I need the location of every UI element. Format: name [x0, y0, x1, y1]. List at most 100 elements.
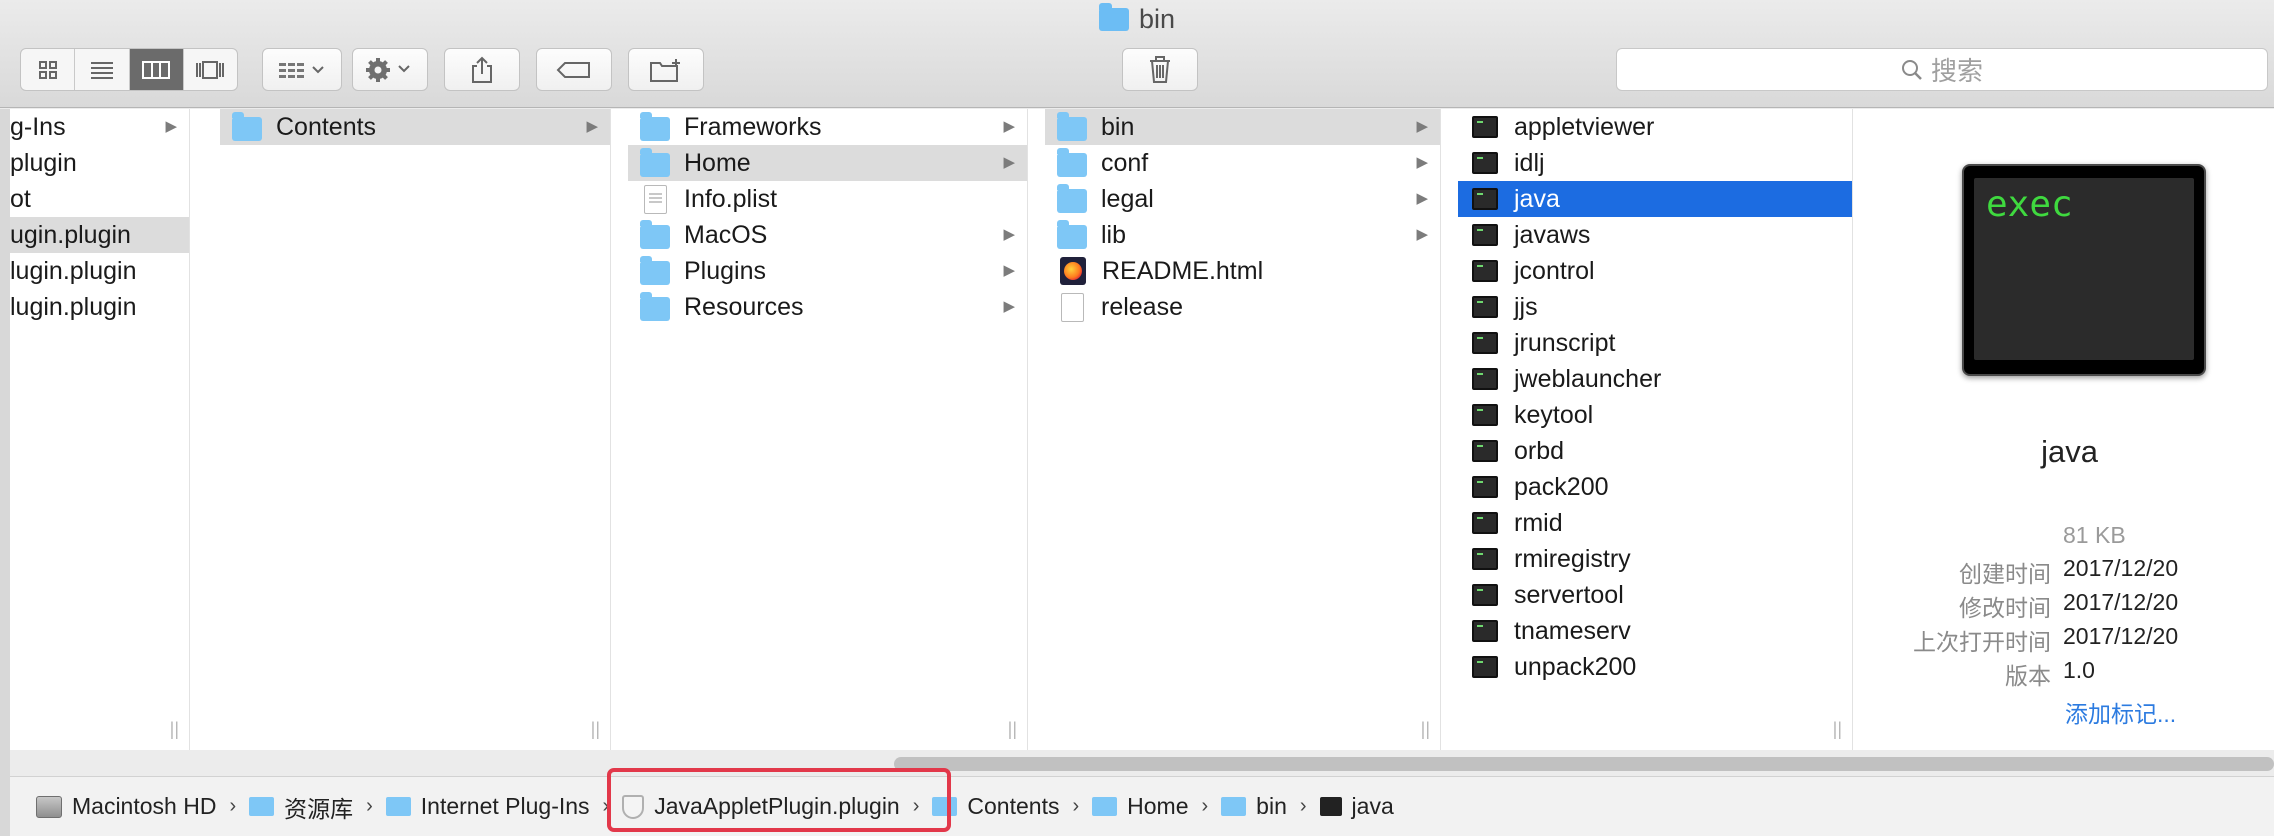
- list-item-label: jrunscript: [1514, 328, 1616, 357]
- modified-label: 修改时间: [1959, 595, 2051, 621]
- column-5[interactable]: appletviewer idlj java javaws jcontrol jjs jru…: [1458, 109, 1853, 750]
- list-item[interactable]: Plugins ▶: [628, 253, 1027, 289]
- disclosure-arrow-icon: ▶: [1416, 190, 1428, 207]
- share-button[interactable]: [444, 48, 520, 91]
- list-item[interactable]: release: [1045, 289, 1440, 325]
- horizontal-scrollbar[interactable]: [894, 757, 2274, 771]
- breadcrumb-item[interactable]: Home ›: [1092, 793, 1221, 820]
- list-item-label: unpack200: [1514, 652, 1637, 681]
- preview-version-row: 版本 1.0: [1865, 657, 2274, 691]
- breadcrumb-item[interactable]: bin ›: [1221, 793, 1319, 820]
- gallery-view-button[interactable]: [184, 49, 237, 90]
- breadcrumb-item[interactable]: 资源库 ›: [249, 790, 386, 824]
- search-field[interactable]: 搜索: [1616, 48, 2268, 91]
- list-item[interactable]: conf ▶: [1045, 145, 1440, 181]
- list-item[interactable]: plugin: [10, 145, 189, 181]
- terminal-icon: [1319, 797, 1342, 816]
- list-item[interactable]: lugin.plugin: [10, 289, 189, 325]
- new-folder-button[interactable]: [628, 48, 704, 91]
- terminal-icon: [1472, 332, 1498, 354]
- list-item[interactable]: javaws: [1458, 217, 1852, 253]
- list-item[interactable]: rmid: [1458, 505, 1852, 541]
- list-item[interactable]: servertool: [1458, 577, 1852, 613]
- list-item-label: Frameworks: [684, 112, 822, 141]
- list-item[interactable]: appletviewer: [1458, 109, 1852, 145]
- list-item[interactable]: jjs: [1458, 289, 1852, 325]
- list-item[interactable]: README.html: [1045, 253, 1440, 289]
- list-item-label: pack200: [1514, 472, 1609, 501]
- group-icon: [279, 62, 324, 78]
- tag-button[interactable]: [536, 48, 612, 91]
- folder-icon: [640, 147, 670, 177]
- exec-icon-label: exec: [1986, 184, 2073, 225]
- terminal-icon: [1472, 224, 1498, 246]
- preview-file-size: 81 KB: [2063, 522, 2126, 548]
- add-tags-link[interactable]: 添加标记...: [2065, 695, 2176, 729]
- folder-icon: [1057, 219, 1087, 249]
- list-item-label: g-Ins: [10, 112, 66, 141]
- breadcrumb-item[interactable]: Internet Plug-Ins ›: [385, 793, 622, 820]
- column-view-button[interactable]: [129, 49, 184, 90]
- list-item[interactable]: Resources ▶: [628, 289, 1027, 325]
- preview-file-name: java: [2041, 434, 2098, 469]
- column-resize-handle[interactable]: ||: [591, 719, 600, 740]
- breadcrumb-item[interactable]: Macintosh HD ›: [36, 793, 249, 820]
- list-item-label: lugin.plugin: [10, 256, 137, 285]
- disclosure-arrow-icon: ▶: [1416, 226, 1428, 243]
- disclosure-arrow-icon: ▶: [1003, 154, 1015, 171]
- created-value: 2017/12/20: [2063, 555, 2179, 581]
- list-item[interactable]: rmiregistry: [1458, 541, 1852, 577]
- list-item-label: orbd: [1514, 436, 1565, 465]
- list-item-label: bin: [1101, 112, 1135, 141]
- list-item[interactable]: java: [1458, 181, 1852, 217]
- list-item[interactable]: g-Ins ▶: [10, 109, 189, 145]
- column-2[interactable]: Contents ▶ ||: [220, 109, 611, 750]
- list-item[interactable]: ot: [10, 181, 189, 217]
- document-icon: [644, 184, 667, 214]
- list-item[interactable]: Home ▶: [628, 145, 1027, 181]
- list-item[interactable]: jweblauncher: [1458, 361, 1852, 397]
- list-item[interactable]: jrunscript: [1458, 325, 1852, 361]
- column-3[interactable]: Frameworks ▶ Home ▶ Info.plist MacOS ▶ Plugins ▶…: [628, 109, 1028, 750]
- list-item[interactable]: Info.plist: [628, 181, 1027, 217]
- terminal-icon: [1472, 188, 1498, 210]
- icon-view-button[interactable]: [21, 49, 76, 90]
- list-item-label: appletviewer: [1514, 112, 1655, 141]
- breadcrumb-item[interactable]: Contents ›: [932, 793, 1092, 820]
- window-left-edge: [0, 109, 10, 836]
- column-resize-handle[interactable]: ||: [1833, 719, 1842, 740]
- list-item[interactable]: Contents ▶: [220, 109, 610, 145]
- list-item[interactable]: unpack200: [1458, 649, 1852, 685]
- column-resize-handle[interactable]: ||: [1008, 719, 1017, 740]
- list-item-label: lib: [1101, 220, 1127, 249]
- preview-opened-row: 上次打开时间 2017/12/20: [1865, 623, 2274, 657]
- list-item-label: README.html: [1102, 256, 1264, 285]
- list-item[interactable]: idlj: [1458, 145, 1852, 181]
- list-item-label: jcontrol: [1514, 256, 1595, 285]
- list-view-button[interactable]: [75, 49, 130, 90]
- list-item[interactable]: legal ▶: [1045, 181, 1440, 217]
- list-item[interactable]: bin ▶: [1045, 109, 1440, 145]
- list-item[interactable]: lib ▶: [1045, 217, 1440, 253]
- gallery-icon: [196, 60, 225, 79]
- action-button[interactable]: [352, 48, 428, 91]
- list-item[interactable]: jcontrol: [1458, 253, 1852, 289]
- list-item[interactable]: MacOS ▶: [628, 217, 1027, 253]
- column-4[interactable]: bin ▶ conf ▶ legal ▶ lib ▶ README.html release ||: [1045, 109, 1441, 750]
- trash-button[interactable]: [1122, 48, 1198, 91]
- list-item[interactable]: keytool: [1458, 397, 1852, 433]
- column-resize-handle[interactable]: ||: [1421, 719, 1430, 740]
- list-item[interactable]: lugin.plugin: [10, 253, 189, 289]
- list-item[interactable]: Frameworks ▶: [628, 109, 1027, 145]
- folder-icon: [640, 255, 670, 285]
- breadcrumb-item[interactable]: java: [1319, 793, 1394, 820]
- column-resize-handle[interactable]: ||: [170, 719, 179, 740]
- list-item[interactable]: pack200: [1458, 469, 1852, 505]
- list-item[interactable]: ugin.plugin: [10, 217, 189, 253]
- highlight-annotation: [607, 768, 951, 832]
- list-item[interactable]: orbd: [1458, 433, 1852, 469]
- column-1[interactable]: g-Ins ▶ plugin ot ugin.plugin lugin.plugin lug…: [10, 109, 190, 750]
- list-item[interactable]: tnameserv: [1458, 613, 1852, 649]
- terminal-icon: [1472, 152, 1498, 174]
- group-by-button[interactable]: [262, 48, 342, 91]
